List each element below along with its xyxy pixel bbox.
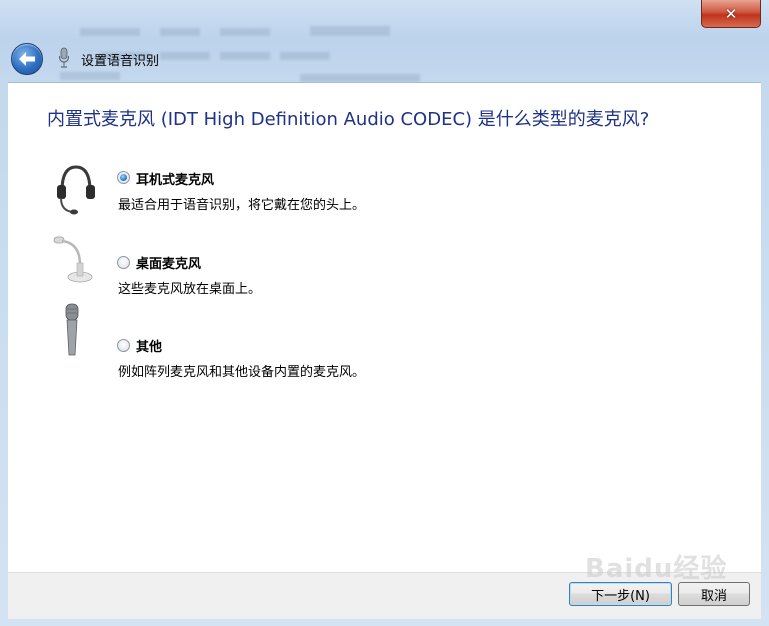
next-button[interactable]: 下一步(N) xyxy=(569,582,672,606)
cancel-button[interactable]: 取消 xyxy=(678,582,750,606)
back-arrow-icon xyxy=(19,52,35,66)
desktop-mic-icon xyxy=(53,236,93,283)
headset-radio[interactable] xyxy=(117,171,130,184)
watermark-logo: Baidu经验 xyxy=(585,554,728,584)
content-panel: 内置式麦克风 (IDT High Definition Audio CODEC)… xyxy=(8,82,761,573)
question-heading: 内置式麦克风 (IDT High Definition Audio CODEC)… xyxy=(47,109,650,130)
handheld-mic-icon xyxy=(65,303,79,356)
wizard-header: 设置语音识别 xyxy=(0,38,769,82)
desktop-radio[interactable] xyxy=(117,256,130,269)
headset-icon xyxy=(57,165,95,215)
back-button[interactable] xyxy=(11,43,43,75)
close-button[interactable]: ✕ xyxy=(701,0,761,28)
microphone-icon xyxy=(59,47,69,68)
close-icon: ✕ xyxy=(724,4,738,23)
desktop-description: 这些麦克风放在桌面上。 xyxy=(118,282,262,297)
other-label: 其他 xyxy=(136,340,163,355)
other-radio[interactable] xyxy=(117,339,130,352)
headset-label: 耳机式麦克风 xyxy=(136,173,215,188)
desktop-label: 桌面麦克风 xyxy=(136,257,202,272)
other-description: 例如阵列麦克风和其他设备内置的麦克风。 xyxy=(118,365,366,380)
headset-description: 最适合用于语音识别，将它戴在您的头上。 xyxy=(118,198,366,213)
wizard-window: ✕ 设置语音识别 内置式麦克风 (IDT High Definition Aud… xyxy=(0,0,769,626)
window-title: 设置语音识别 xyxy=(81,54,160,69)
